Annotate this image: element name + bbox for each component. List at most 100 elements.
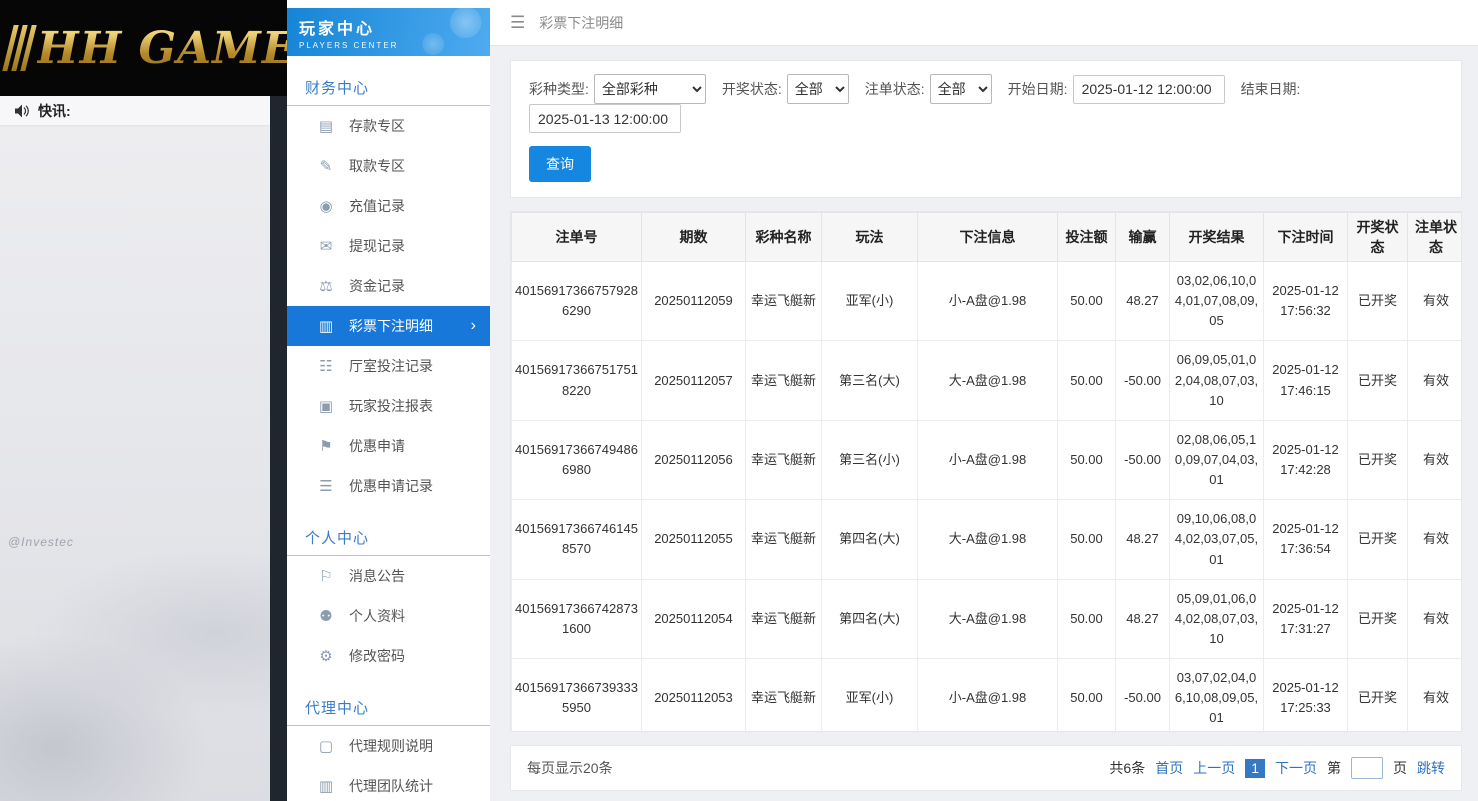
sidebar-item-change-password[interactable]: ⚙ 修改密码	[287, 636, 490, 676]
cell-bet-number: 401569173667579286290	[512, 262, 642, 341]
cell-draw-result: 02,08,06,05,10,09,07,04,03,01	[1170, 420, 1264, 499]
sidebar-item-label: 代理规则说明	[349, 736, 433, 756]
draw-status-select[interactable]: 全部	[787, 74, 849, 104]
pagination-bar: 每页显示20条 共6条 首页 上一页 1 下一页 第 页 跳转	[510, 745, 1462, 791]
next-page-link[interactable]: 下一页	[1275, 758, 1317, 778]
cell-lottery-name: 幸运飞艇新	[746, 262, 822, 341]
left-panel: HH GAME 快讯: @Investec	[0, 0, 287, 801]
cell-bet-status: 有效	[1408, 500, 1463, 579]
section-title-finance: 财务中心	[287, 68, 490, 106]
sidebar-item-deposit-zone[interactable]: ▤ 存款专区	[287, 106, 490, 146]
sidebar-item-label: 玩家投注报表	[349, 396, 433, 416]
first-page-link[interactable]: 首页	[1155, 758, 1183, 778]
sidebar-header: 玩家中心 PLAYERS CENTER	[287, 8, 490, 56]
cell-period: 20250112057	[642, 341, 746, 420]
table-row: 401569173667428731600 20250112054 幸运飞艇新 …	[512, 579, 1463, 658]
cell-winloss: 48.27	[1116, 262, 1170, 341]
cell-draw-status: 已开奖	[1348, 579, 1408, 658]
cell-lottery-name: 幸运飞艇新	[746, 579, 822, 658]
report-icon: ▣	[317, 397, 335, 415]
sidebar-item-cashout-records[interactable]: ✉ 提现记录	[287, 226, 490, 266]
sidebar-item-agent-team-stats[interactable]: ▥ 代理团队统计	[287, 766, 490, 801]
cell-bet-status: 有效	[1408, 420, 1463, 499]
cell-play: 第三名(小)	[822, 420, 918, 499]
page-title: 彩票下注明细	[539, 13, 623, 33]
cell-bet-status: 有效	[1408, 262, 1463, 341]
cell-period: 20250112055	[642, 500, 746, 579]
cell-bet-info: 小-A盘@1.98	[918, 262, 1058, 341]
cell-winloss: 48.27	[1116, 500, 1170, 579]
cell-bet-status: 有效	[1408, 579, 1463, 658]
sidebar-item-promo-apply[interactable]: ⚑ 优惠申请	[287, 426, 490, 466]
header-winloss: 输赢	[1116, 213, 1170, 262]
cell-draw-result: 03,07,02,04,06,10,08,09,05,01	[1170, 659, 1264, 732]
left-panel-edge	[270, 0, 287, 801]
cell-draw-result: 05,09,01,06,04,02,08,07,03,10	[1170, 579, 1264, 658]
header-bet-number: 注单号	[512, 213, 642, 262]
header-period: 期数	[642, 213, 746, 262]
sidebar-item-profile[interactable]: ⚉ 个人资料	[287, 596, 490, 636]
sidebar-item-fund-records[interactable]: ⚖ 资金记录	[287, 266, 490, 306]
cell-winloss: 48.27	[1116, 579, 1170, 658]
start-date-input[interactable]	[1073, 75, 1225, 104]
jump-prefix-label: 第	[1327, 758, 1341, 778]
sidebar-item-lottery-bet-details[interactable]: ▥ 彩票下注明细 ›	[287, 306, 490, 346]
table-row: 401569173667494866980 20250112056 幸运飞艇新 …	[512, 420, 1463, 499]
page-jump-input[interactable]	[1351, 757, 1383, 779]
end-date-input[interactable]	[529, 104, 681, 133]
lottery-details-icon: ▥	[317, 317, 335, 335]
bet-status-select[interactable]: 全部	[930, 74, 992, 104]
bets-table-card: 注单号 期数 彩种名称 玩法 下注信息 投注额 输赢 开奖结果 下注时间 开奖状…	[510, 211, 1462, 732]
current-page-indicator[interactable]: 1	[1245, 759, 1265, 778]
sidebar-item-announcements[interactable]: ⚐ 消息公告	[287, 556, 490, 596]
prev-page-link[interactable]: 上一页	[1193, 758, 1235, 778]
draw-status-label: 开奖状态:	[722, 79, 782, 99]
header-draw-result: 开奖结果	[1170, 213, 1264, 262]
cell-bet-time: 2025-01-12 17:25:33	[1264, 659, 1348, 732]
sidebar-item-recharge-records[interactable]: ◉ 充值记录	[287, 186, 490, 226]
sidebar-item-promo-apply-records[interactable]: ☰ 优惠申请记录	[287, 466, 490, 506]
cell-lottery-name: 幸运飞艇新	[746, 341, 822, 420]
cell-draw-status: 已开奖	[1348, 262, 1408, 341]
start-date-label: 开始日期:	[1008, 79, 1068, 99]
hall-records-icon: ☷	[317, 357, 335, 375]
sidebar-item-label: 优惠申请记录	[349, 476, 433, 496]
team-stats-icon: ▥	[317, 777, 335, 795]
header-amount: 投注额	[1058, 213, 1116, 262]
query-button[interactable]: 查询	[529, 146, 591, 182]
end-date-label: 结束日期:	[1241, 79, 1301, 99]
promo-icon: ⚑	[317, 437, 335, 455]
cell-amount: 50.00	[1058, 262, 1116, 341]
promo-records-icon: ☰	[317, 477, 335, 495]
hamburger-menu-icon[interactable]: ☰	[510, 13, 525, 33]
cell-bet-info: 大-A盘@1.98	[918, 341, 1058, 420]
cell-lottery-name: 幸运飞艇新	[746, 659, 822, 732]
logo-bars-icon	[8, 25, 31, 71]
cell-bet-status: 有效	[1408, 659, 1463, 732]
section-title-personal: 个人中心	[287, 518, 490, 556]
header-lottery-name: 彩种名称	[746, 213, 822, 262]
lottery-type-select[interactable]: 全部彩种	[594, 74, 706, 104]
news-ticker-bar: 快讯:	[0, 96, 270, 126]
players-center-title: 玩家中心	[299, 15, 478, 39]
sidebar-item-player-bet-report[interactable]: ▣ 玩家投注报表	[287, 386, 490, 426]
speaker-icon	[14, 104, 30, 118]
sidebar-item-label: 取款专区	[349, 156, 405, 176]
sidebar-item-withdraw-zone[interactable]: ✎ 取款专区	[287, 146, 490, 186]
document-icon: ▢	[317, 737, 335, 755]
jump-button[interactable]: 跳转	[1417, 758, 1445, 778]
pagination-controls: 共6条 首页 上一页 1 下一页 第 页 跳转	[1109, 757, 1445, 779]
cell-amount: 50.00	[1058, 341, 1116, 420]
cell-amount: 50.00	[1058, 659, 1116, 732]
table-row: 401569173667579286290 20250112059 幸运飞艇新 …	[512, 262, 1463, 341]
cell-bet-info: 大-A盘@1.98	[918, 500, 1058, 579]
header-play: 玩法	[822, 213, 918, 262]
sidebar-item-hall-bet-records[interactable]: ☷ 厅室投注记录	[287, 346, 490, 386]
recharge-icon: ◉	[317, 197, 335, 215]
background-photo: @Investec	[0, 127, 270, 801]
sidebar-item-agent-rules[interactable]: ▢ 代理规则说明	[287, 726, 490, 766]
cell-winloss: -50.00	[1116, 659, 1170, 732]
players-center-subtitle: PLAYERS CENTER	[299, 41, 478, 50]
cell-bet-number: 401569173667393335950	[512, 659, 642, 732]
bell-icon: ⚐	[317, 567, 335, 585]
